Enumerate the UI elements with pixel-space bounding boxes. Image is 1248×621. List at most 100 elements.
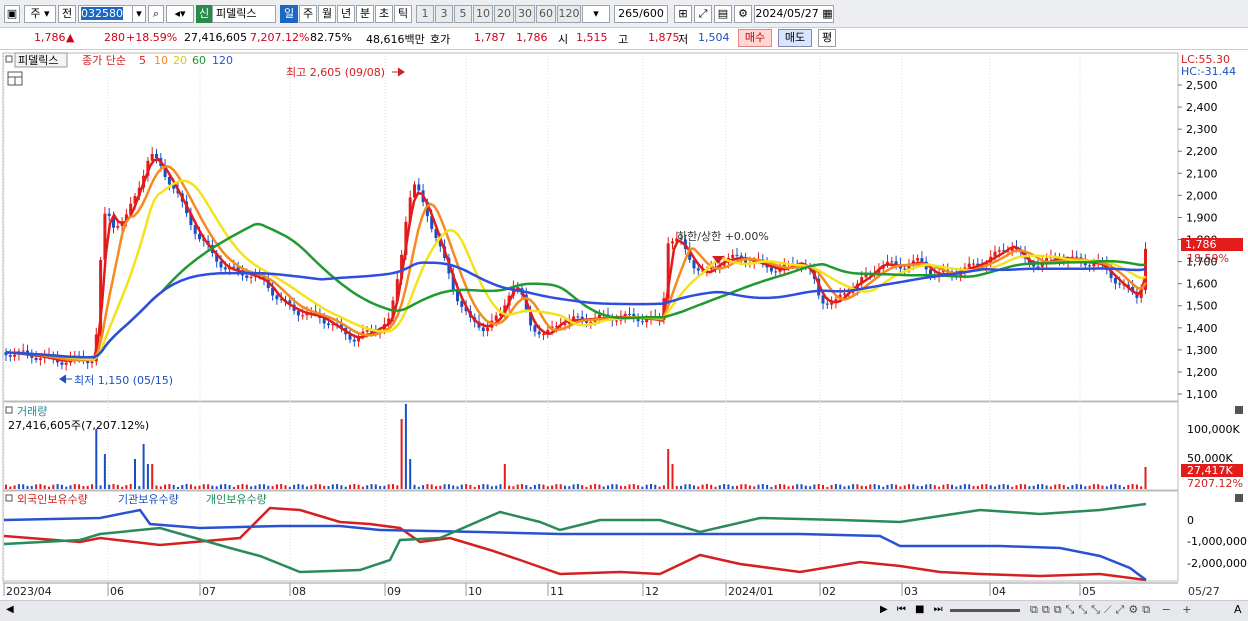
volume-bar: [1006, 484, 1009, 489]
speaker-icon[interactable]: ◂▾: [166, 5, 194, 23]
volume-bar: [538, 484, 541, 489]
last-price-label: 1,786: [1185, 238, 1217, 251]
date-label: 2024/01: [728, 585, 774, 598]
interval-10[interactable]: 10: [473, 5, 493, 23]
volume-bar: [688, 484, 691, 489]
chevron-down-icon[interactable]: ▾: [132, 5, 146, 23]
code-value: 032580: [81, 7, 123, 20]
volume-bar: [1105, 486, 1108, 489]
window-icon[interactable]: ▣: [4, 5, 20, 23]
volume-bar: [959, 485, 962, 489]
eval-button[interactable]: 평: [818, 29, 836, 47]
volume-bar: [607, 485, 609, 489]
stock-name[interactable]: 피델릭스: [212, 5, 276, 23]
volume-bar: [69, 485, 72, 489]
price-tick-label: 1,900: [1186, 211, 1218, 224]
sell-button[interactable]: 매도: [778, 29, 812, 47]
price-tick-label: 1,400: [1186, 322, 1218, 335]
volume-bar: [254, 485, 257, 489]
legend-institution: 기관보유수량: [118, 493, 179, 506]
date-label: 03: [904, 585, 918, 598]
legend-individual: 개인보유수량: [206, 493, 267, 506]
chart-scrollbar[interactable]: ◀ ▶ ⏮ ■ ⏭ ⧉⧉⧉⤡⤡⤡⟋⤢⚙⧉ − + A: [0, 600, 1248, 621]
interval-20[interactable]: 20: [494, 5, 514, 23]
volume-bar: [30, 485, 33, 489]
save-icon[interactable]: ▤: [714, 5, 732, 23]
candle-body: [232, 266, 236, 268]
interval-30[interactable]: 30: [515, 5, 535, 23]
candle-body: [38, 358, 42, 360]
volume-bar: [899, 486, 902, 489]
market-select[interactable]: 주 ▾: [24, 5, 56, 23]
volume-bar: [791, 485, 794, 489]
volume-bar: [443, 484, 446, 489]
volume-bar: [189, 484, 192, 489]
draw-tool-icon[interactable]: ⤢: [694, 5, 712, 23]
date-label: 10: [468, 585, 482, 598]
volume-bar: [99, 485, 102, 489]
candle-body: [219, 261, 223, 268]
candle-body: [628, 313, 631, 315]
volume-bar: [581, 485, 584, 489]
tab-second[interactable]: 초: [375, 5, 393, 23]
volume-bar: [400, 419, 403, 489]
volume-bar: [555, 484, 558, 489]
date-label: 12: [645, 585, 659, 598]
volume-bar: [951, 484, 953, 489]
tab-day[interactable]: 일: [280, 5, 298, 23]
credit-badge: 신: [196, 5, 212, 23]
tab-year[interactable]: 년: [337, 5, 355, 23]
tab-minute[interactable]: 분: [356, 5, 374, 23]
investor-close-icon[interactable]: [1235, 494, 1243, 502]
interval-120[interactable]: 120: [557, 5, 581, 23]
interval-dropdown[interactable]: ▾: [582, 5, 610, 23]
volume-bar: [220, 484, 222, 489]
volume-bar: [628, 484, 631, 489]
tab-month[interactable]: 월: [318, 5, 336, 23]
inv-tick-0: 0: [1187, 514, 1194, 527]
volume-bar: [1127, 484, 1130, 489]
chart-config-icon[interactable]: ⊞: [674, 5, 692, 23]
candle-body: [537, 331, 541, 335]
candle-body: [533, 325, 537, 332]
zoom-slider[interactable]: [950, 609, 1020, 612]
interval-60[interactable]: 60: [536, 5, 556, 23]
interval-5[interactable]: 5: [454, 5, 472, 23]
count-max: /600: [639, 7, 664, 20]
volume-bar: [9, 486, 12, 489]
volume-bar: [121, 486, 124, 489]
volume-bar: [1045, 485, 1048, 489]
scroll-left-icon[interactable]: ◀: [6, 604, 14, 615]
volume-bar: [383, 485, 386, 489]
volume-bar: [288, 486, 291, 489]
search-icon[interactable]: ⌕: [148, 5, 164, 23]
prev-button[interactable]: 전: [58, 5, 76, 23]
price-tick-label: 1,200: [1186, 366, 1218, 379]
volume-bar: [172, 484, 175, 489]
font-size-icon[interactable]: A: [1234, 603, 1242, 616]
volume-close-icon[interactable]: [1235, 406, 1243, 414]
gear-icon[interactable]: ⚙: [734, 5, 752, 23]
chart-area[interactable]: 피델릭스 종가 단순 5 10 20 60 120 LC:55.30 HC:-3…: [0, 50, 1248, 600]
tab-week[interactable]: 주: [299, 5, 317, 23]
volume-bar: [404, 404, 407, 489]
volume-bar: [839, 484, 842, 489]
ask-price: 1,787: [474, 31, 506, 44]
volume-bar: [361, 486, 364, 489]
market-label: 주: [30, 7, 41, 20]
ask-label: 호가: [430, 33, 451, 46]
interval-1[interactable]: 1: [416, 5, 434, 23]
date-input[interactable]: 2024/05/27 ▦: [754, 5, 834, 23]
volume-bar: [779, 484, 781, 489]
high-annotation: 최고 2,605 (09/08): [286, 66, 385, 79]
tool-icons[interactable]: ⧉⧉⧉⤡⤡⤡⟋⤢⚙⧉ − +: [1030, 603, 1196, 617]
volume-bar: [65, 486, 68, 489]
playback-controls[interactable]: ▶ ⏮ ■ ⏭: [880, 604, 946, 615]
stock-chart[interactable]: 피델릭스 종가 단순 5 10 20 60 120 LC:55.30 HC:-3…: [0, 50, 1248, 600]
count-input[interactable]: 265/600: [614, 5, 668, 23]
tab-tick[interactable]: 틱: [394, 5, 412, 23]
volume-bar: [48, 486, 50, 489]
buy-button[interactable]: 매수: [738, 29, 772, 47]
interval-3[interactable]: 3: [435, 5, 453, 23]
volume-bar: [933, 485, 936, 489]
